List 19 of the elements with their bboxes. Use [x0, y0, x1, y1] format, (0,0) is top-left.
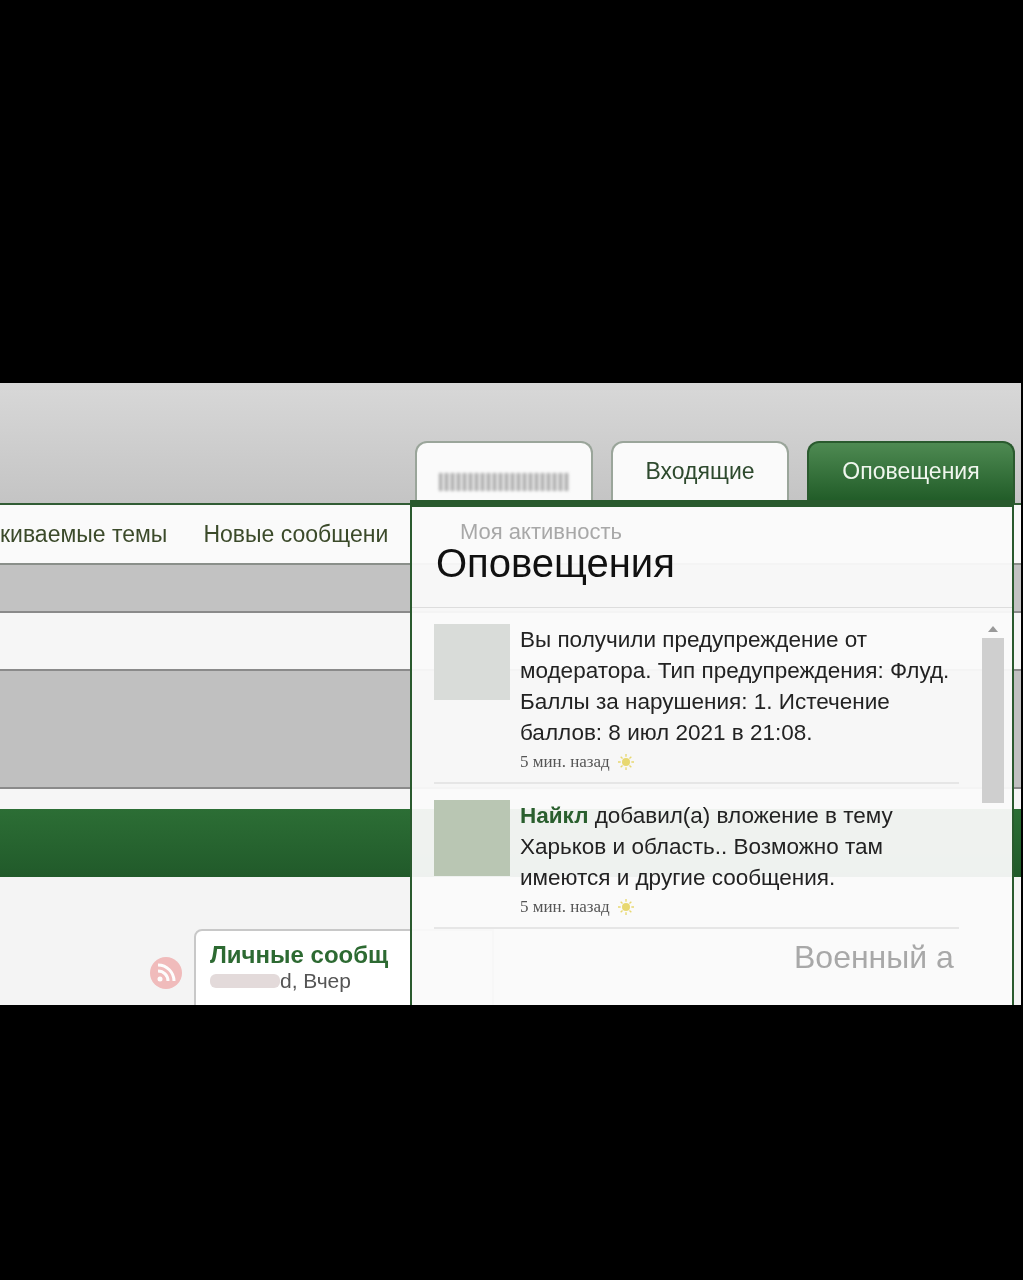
scribble-drawing [210, 974, 280, 988]
sun-icon [617, 899, 634, 915]
faded-heading: Военный а [794, 939, 955, 976]
timestamp: 5 мин. назад [520, 752, 610, 772]
nav-link[interactable]: киваемые темы [0, 520, 168, 548]
timestamp: 5 мин. назад [520, 897, 610, 917]
notification-text: Найкл добавил(а) вложение в тему Харьков и область.. Возможно там имеются и другие сообщения. [520, 802, 894, 892]
scroll-up-arrow-icon[interactable] [988, 626, 998, 632]
notification-item[interactable]: Вы получили предупреждение от модератора. Тип предупреждения: Флуд. Баллы за нарушения: 1. Истечение баллов: 8 июл 2021 в 21:08. 5 мин. назад [434, 622, 959, 784]
post-meta: d, Вчер [280, 969, 351, 993]
scrollbar-thumb[interactable] [982, 638, 1004, 803]
tab[interactable] [415, 441, 593, 503]
tab[interactable]: Входящие [611, 441, 789, 503]
notification-text: Вы получили предупреждение от модератора. Тип предупреждения: Флуд. Баллы за нарушения: 1. Истечение баллов: 8 июл 2021 в 21:08. [520, 626, 950, 747]
notification-item[interactable]: Найкл добавил(а) вложение в тему Харьков и область.. Возможно там имеются и другие сообщения. 5 мин. назад [434, 798, 959, 929]
nav-link[interactable]: Новые сообщени [203, 520, 389, 548]
rss-icon[interactable] [150, 957, 182, 989]
sun-icon [617, 754, 634, 770]
tab[interactable]: Оповещения [807, 441, 1015, 503]
